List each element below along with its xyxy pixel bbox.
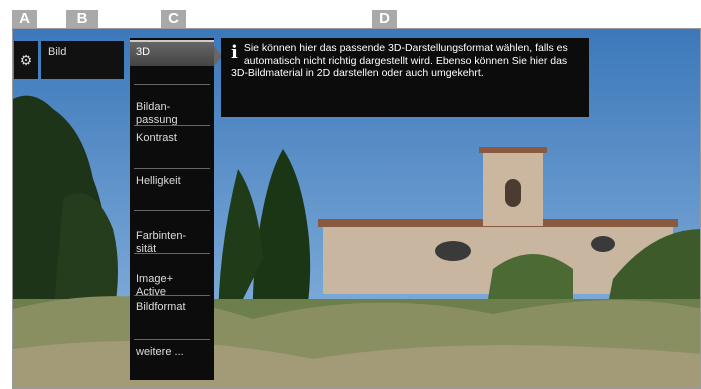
settings-gear[interactable]: ⚙ [14,41,38,79]
menu-item-helligkeit[interactable]: Helligkeit [130,171,214,197]
info-icon: i [231,42,238,63]
category-label: Bild [48,46,67,58]
info-text: Sie können hier das passende 3D-Darstell… [231,42,568,79]
menu-item-bildformat[interactable]: Bildformat [130,297,214,323]
menu-item-kontrast[interactable]: Kontrast [130,128,214,154]
info-panel: i Sie können hier das passende 3D-Darste… [221,38,589,117]
menu-item-farbintensitaet[interactable]: Farbinten- sität [130,213,214,255]
menu-item-weitere[interactable]: weitere ... [130,342,214,368]
gear-icon: ⚙ [19,52,33,68]
label-a: A [12,10,37,28]
menu-item-bildanpassung[interactable]: Bildan- passung [130,84,214,126]
label-c: C [161,10,186,28]
label-d: D [372,10,397,28]
category-bild[interactable]: Bild [41,41,124,79]
submenu: 3D Bildan- passung Kontrast Helligkeit F… [130,38,214,380]
menu-item-image-active[interactable]: Image+ Active [130,256,214,298]
menu-item-3d[interactable]: 3D [130,40,214,66]
label-b: B [66,10,98,28]
